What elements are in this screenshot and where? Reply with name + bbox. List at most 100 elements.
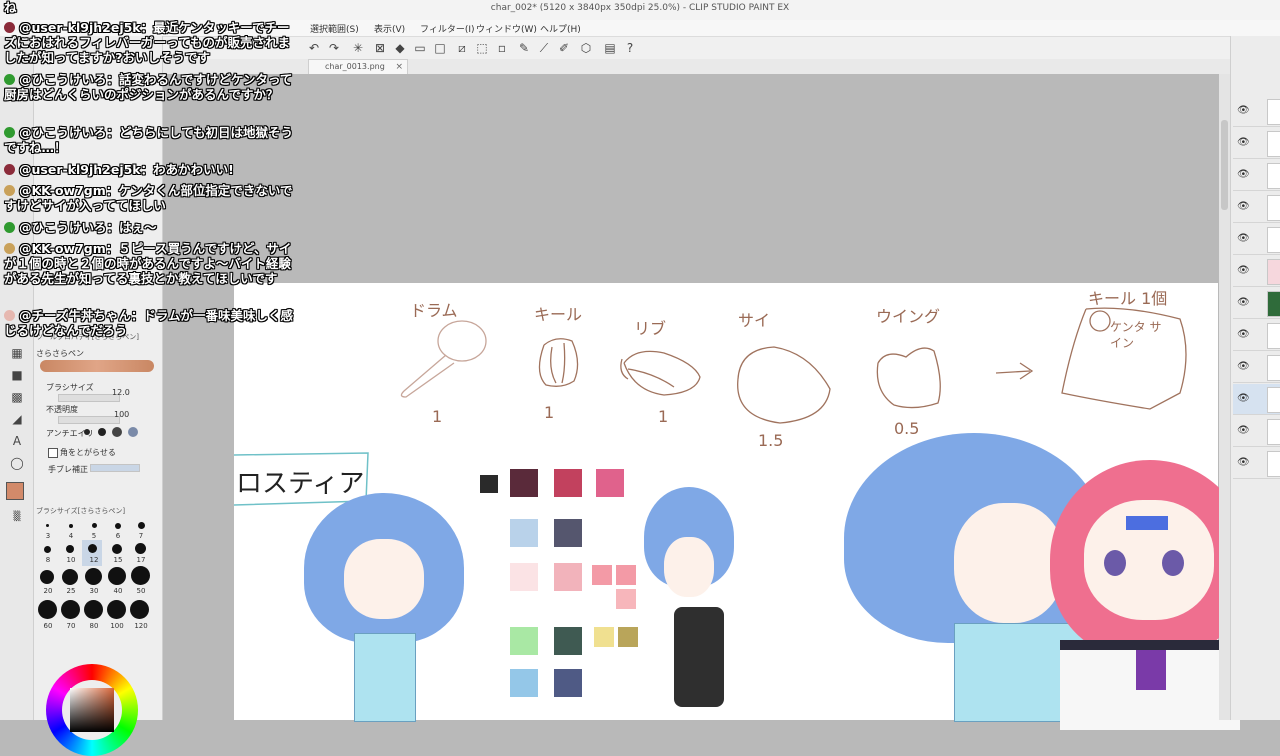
eye-icon[interactable]: 👁 bbox=[1237, 457, 1250, 468]
color-swatch[interactable] bbox=[554, 469, 582, 497]
menu-item-view[interactable]: 表示(V) bbox=[374, 22, 405, 35]
tab-char-0013[interactable]: char_0013.png × bbox=[308, 59, 408, 74]
eye-icon[interactable]: 👁 bbox=[1237, 233, 1250, 244]
color-swatch[interactable] bbox=[510, 627, 538, 655]
layer-row[interactable]: 👁 bbox=[1233, 448, 1280, 479]
color-swatch[interactable] bbox=[510, 519, 538, 547]
brush-size-dot[interactable] bbox=[66, 545, 74, 553]
ruler-icon[interactable]: ⟋ bbox=[536, 40, 552, 56]
opacity-slider[interactable] bbox=[58, 416, 120, 424]
eye-icon[interactable]: 👁 bbox=[1237, 105, 1250, 116]
brush-size-dot[interactable] bbox=[138, 522, 145, 529]
brush-size-dot[interactable] bbox=[44, 546, 51, 553]
main-color-swatch[interactable] bbox=[6, 482, 24, 500]
fill-icon[interactable]: ◆ bbox=[392, 40, 408, 56]
menu-item-select[interactable]: 選択範囲(S) bbox=[310, 22, 359, 35]
crop-icon[interactable]: ▭ bbox=[412, 40, 428, 56]
brush-size-dot[interactable] bbox=[112, 544, 122, 554]
menu-item-filter[interactable]: フィルター(I) bbox=[420, 22, 475, 35]
stabilize-slider[interactable] bbox=[90, 464, 140, 472]
transparent-color-icon[interactable]: ▒ bbox=[8, 508, 26, 526]
layer-row[interactable]: 👁 bbox=[1233, 96, 1280, 127]
layer-row[interactable]: 👁 bbox=[1233, 160, 1280, 191]
brush-size-dot[interactable] bbox=[131, 566, 150, 585]
brush-size-dot[interactable] bbox=[40, 570, 54, 584]
fill-tool-icon[interactable]: ■ bbox=[8, 366, 26, 384]
color-swatch[interactable] bbox=[616, 565, 636, 585]
brush-size-dot[interactable] bbox=[46, 524, 49, 527]
eye-icon[interactable]: 👁 bbox=[1237, 361, 1250, 372]
color-swatch[interactable] bbox=[596, 469, 624, 497]
brush-size-dot[interactable] bbox=[130, 600, 149, 619]
eye-icon[interactable]: 👁 bbox=[1237, 169, 1250, 180]
color-swatch[interactable] bbox=[510, 469, 538, 497]
brush-size-dot[interactable] bbox=[61, 600, 80, 619]
color-wheel[interactable] bbox=[46, 664, 138, 756]
corner-checkbox[interactable] bbox=[48, 448, 58, 458]
undo-icon[interactable]: ↶ bbox=[306, 40, 322, 56]
color-swatch[interactable] bbox=[594, 627, 614, 647]
edit-icon[interactable]: ✐ bbox=[556, 40, 572, 56]
select-invert-icon[interactable]: ⧄ bbox=[454, 40, 470, 56]
menu-item-help[interactable]: ヘルプ(H) bbox=[540, 22, 581, 35]
color-square[interactable] bbox=[70, 688, 114, 732]
brush-size-dot[interactable] bbox=[85, 568, 102, 585]
deselect-icon[interactable]: ▫ bbox=[494, 40, 510, 56]
brush-size-slider[interactable] bbox=[58, 394, 120, 402]
brush-size-dot[interactable] bbox=[107, 600, 126, 619]
color-swatch[interactable] bbox=[554, 669, 582, 697]
brush-size-dot[interactable] bbox=[84, 600, 103, 619]
eye-icon[interactable]: 👁 bbox=[1237, 329, 1250, 340]
frame-icon[interactable]: □ bbox=[432, 40, 448, 56]
eye-icon[interactable]: 👁 bbox=[1237, 425, 1250, 436]
color-swatch[interactable] bbox=[510, 563, 538, 591]
help-icon[interactable]: ? bbox=[622, 40, 638, 56]
opacity-value[interactable]: 100 bbox=[114, 410, 129, 419]
color-swatch[interactable] bbox=[616, 589, 636, 609]
eye-icon[interactable]: 👁 bbox=[1237, 297, 1250, 308]
layer-row-selected[interactable]: 👁 bbox=[1233, 384, 1280, 415]
layer-move-icon[interactable]: ▦ bbox=[8, 344, 26, 362]
brush-size-dot[interactable] bbox=[62, 569, 78, 585]
loading-icon[interactable]: ✳ bbox=[350, 40, 366, 56]
text-tool-icon[interactable]: A bbox=[8, 432, 26, 450]
color-swatch[interactable] bbox=[510, 669, 538, 697]
brush-size-dot[interactable] bbox=[92, 523, 97, 528]
layer-row[interactable]: 👁 bbox=[1233, 288, 1280, 319]
layer-row[interactable]: 👁 bbox=[1233, 256, 1280, 287]
eye-icon[interactable]: 👁 bbox=[1237, 393, 1250, 404]
brush-size-dot[interactable] bbox=[115, 523, 121, 529]
transform-icon[interactable]: ⬡ bbox=[578, 40, 594, 56]
layer-row[interactable]: 👁 bbox=[1233, 128, 1280, 159]
clear-icon[interactable]: ⊠ bbox=[372, 40, 388, 56]
layer-row[interactable]: 👁 bbox=[1233, 320, 1280, 351]
pen-icon[interactable]: ✎ bbox=[516, 40, 532, 56]
gradient-icon[interactable]: ▩ bbox=[8, 388, 26, 406]
eye-icon[interactable]: 👁 bbox=[1237, 201, 1250, 212]
menu-item-window[interactable]: ウィンドウ(W) bbox=[476, 22, 537, 35]
redo-icon[interactable]: ↷ bbox=[326, 40, 342, 56]
antialias-options[interactable] bbox=[84, 426, 148, 438]
figure-icon[interactable]: ◢ bbox=[8, 410, 26, 428]
eye-icon[interactable]: 👁 bbox=[1237, 265, 1250, 276]
close-icon[interactable]: × bbox=[395, 60, 403, 74]
eye-icon[interactable]: 👁 bbox=[1237, 137, 1250, 148]
balloon-icon[interactable]: ◯ bbox=[8, 454, 26, 472]
brush-size-dot[interactable] bbox=[108, 567, 126, 585]
layer-row[interactable]: 👁 bbox=[1233, 192, 1280, 223]
brush-size-dot[interactable] bbox=[135, 543, 146, 554]
layer-row[interactable]: 👁 bbox=[1233, 352, 1280, 383]
color-swatch[interactable] bbox=[554, 519, 582, 547]
brush-size-value[interactable]: 12.0 bbox=[112, 388, 130, 397]
layer-row[interactable]: 👁 bbox=[1233, 416, 1280, 447]
layer-row[interactable]: 👁 bbox=[1233, 224, 1280, 255]
brush-size-dot[interactable] bbox=[38, 600, 57, 619]
color-swatch[interactable] bbox=[554, 627, 582, 655]
color-swatch[interactable] bbox=[554, 563, 582, 591]
document-icon[interactable]: ▤ bbox=[602, 40, 618, 56]
brush-size-dot[interactable] bbox=[88, 544, 97, 553]
select-all-icon[interactable]: ⬚ bbox=[474, 40, 490, 56]
scrollbar-thumb[interactable] bbox=[1221, 120, 1228, 210]
color-swatch[interactable] bbox=[592, 565, 612, 585]
brush-size-dot[interactable] bbox=[69, 524, 73, 528]
